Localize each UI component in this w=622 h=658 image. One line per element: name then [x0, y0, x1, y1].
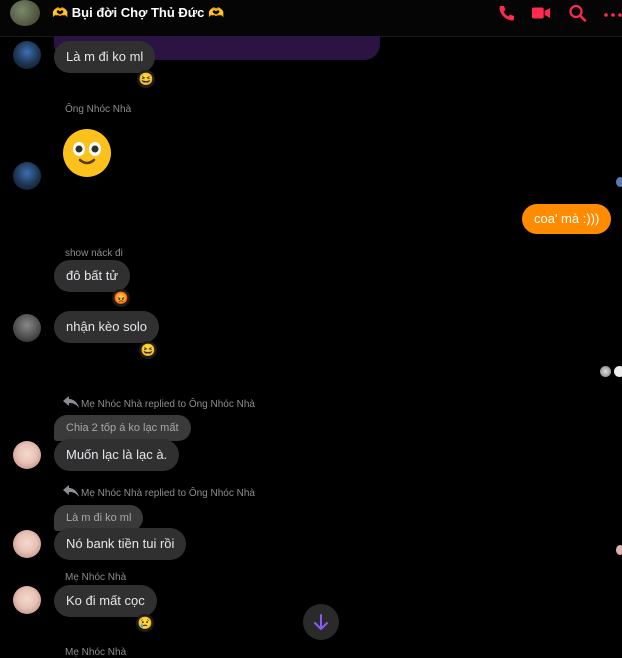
- seen-avatar: [600, 366, 611, 377]
- reply-context-label: Mẹ Nhóc Nhà replied to Ông Nhóc Nhà: [81, 488, 255, 499]
- message-bubble[interactable]: Ko đi mất cọc: [54, 585, 157, 617]
- arrow-down-icon: [314, 614, 328, 630]
- reply-arrow-icon: [63, 485, 79, 497]
- avatar[interactable]: [13, 530, 41, 558]
- group-avatar[interactable]: [10, 0, 40, 26]
- reaction-laugh-icon[interactable]: 😆: [139, 341, 157, 359]
- video-call-icon[interactable]: [531, 4, 551, 22]
- reply-quote-bubble[interactable]: Chia 2 tốp á ko lạc mất: [54, 415, 191, 441]
- reply-arrow-icon: [63, 396, 79, 408]
- sender-name: Ông Nhóc Nhà: [65, 104, 132, 115]
- scroll-to-bottom-button[interactable]: [303, 604, 339, 640]
- own-message-bubble[interactable]: coa' mà :))): [522, 204, 612, 234]
- avatar[interactable]: [13, 586, 41, 614]
- avatar[interactable]: [13, 162, 41, 190]
- emoji-smiley-sticker-icon[interactable]: [62, 128, 112, 178]
- reaction-cry-icon[interactable]: 😢: [136, 614, 154, 632]
- message-bubble[interactable]: Là m đi ko ml: [54, 41, 156, 73]
- seen-avatar: [616, 177, 622, 187]
- message-bubble[interactable]: Nó bank tiền tui rồi: [54, 528, 187, 560]
- reaction-laugh-icon[interactable]: 😆: [137, 70, 155, 88]
- reply-context-label: Mẹ Nhóc Nhà replied to Ông Nhóc Nhà: [81, 399, 255, 410]
- message-bubble[interactable]: nhận kèo solo: [54, 311, 159, 343]
- avatar[interactable]: [13, 441, 41, 469]
- chat-title[interactable]: 🫶 Bụi đời Chợ Thủ Đức 🫶: [52, 5, 224, 21]
- search-icon[interactable]: [568, 4, 588, 22]
- sender-name: Mẹ Nhóc Nhà: [65, 647, 127, 658]
- seen-avatar: [614, 366, 622, 377]
- more-icon[interactable]: [603, 4, 622, 22]
- avatar[interactable]: [13, 314, 41, 342]
- sender-name: show náck đi: [65, 248, 123, 259]
- sender-name: Mẹ Nhóc Nhà: [65, 572, 127, 583]
- phone-icon[interactable]: [497, 4, 517, 22]
- message-bubble[interactable]: Muốn lạc là lạc à.: [54, 439, 180, 471]
- chat-header: 🫶 Bụi đời Chợ Thủ Đức 🫶: [0, 0, 622, 37]
- seen-avatar: [616, 545, 622, 555]
- reaction-angry-icon[interactable]: 😡: [112, 289, 130, 307]
- avatar[interactable]: [13, 41, 41, 69]
- message-bubble[interactable]: đô bất tử: [54, 260, 131, 292]
